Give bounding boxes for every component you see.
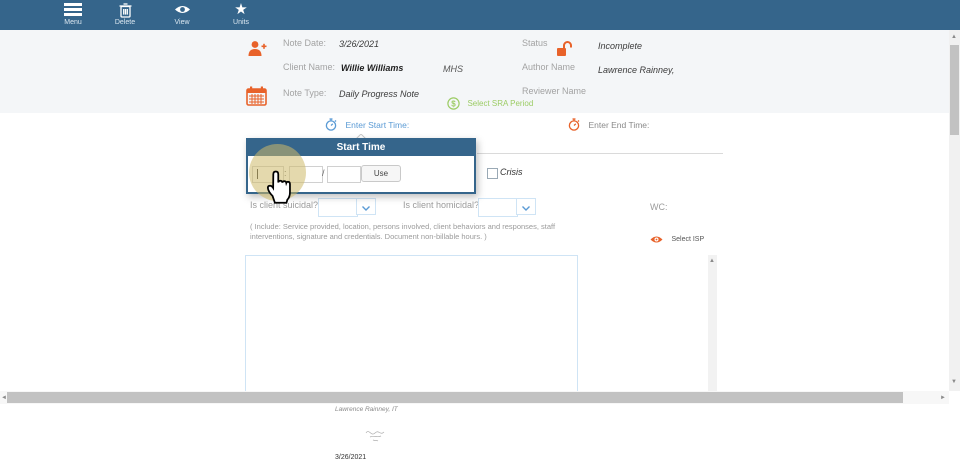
footer-date: 3/26/2021 <box>335 454 366 461</box>
note-date-value[interactable]: 3/26/2021 <box>339 39 379 49</box>
stopwatch-orange-icon <box>568 118 580 131</box>
unlock-icon <box>556 40 572 62</box>
enter-end-time-label: Enter End Time: <box>588 120 649 130</box>
select-isp-label: Select ISP <box>671 236 704 243</box>
suicidal-label: Is client suicidal? <box>250 200 318 210</box>
crisis-checkbox[interactable] <box>487 168 498 179</box>
star-icon: ★ <box>215 3 267 18</box>
text-caret <box>257 169 258 179</box>
toolbar-item-label: View <box>156 19 208 26</box>
select-sra-period[interactable]: $ Select SRA Period <box>447 95 533 108</box>
toolbar-item-label: Units <box>215 19 267 26</box>
homicidal-select-value[interactable] <box>478 198 518 217</box>
enter-end-time[interactable]: Enter End Time: <box>568 116 649 129</box>
chevron-down-icon <box>362 206 370 211</box>
signature-scribble <box>360 425 398 452</box>
author-name-value: Lawrence Rainney, <box>598 65 674 75</box>
toolbar-item-label: Menu <box>47 19 99 26</box>
app-window: Menu Delete View ★ Units Note Date: 3/26… <box>0 0 960 469</box>
toolbar-item-units[interactable]: ★ Units <box>215 3 267 29</box>
horizontal-scrollbar-thumb[interactable] <box>7 392 903 403</box>
footer-author-line: Lawrence Rainney, IT <box>335 406 398 413</box>
note-date-label: Note Date: <box>283 38 326 48</box>
start-minute-input[interactable] <box>289 166 323 183</box>
vertical-scrollbar-thumb[interactable] <box>950 45 959 135</box>
add-person-icon[interactable] <box>248 40 267 63</box>
start-ampm-input[interactable] <box>327 166 361 183</box>
select-sra-label: Select SRA Period <box>467 99 533 108</box>
row-divider <box>477 153 723 154</box>
top-toolbar: Menu Delete View ★ Units <box>0 0 960 30</box>
popup-title: Start Time <box>248 140 474 156</box>
eye-orange-icon <box>650 235 663 244</box>
form-scrollbar-track[interactable] <box>708 255 717 391</box>
scroll-up-icon[interactable]: ▲ <box>709 257 715 265</box>
toolbar-item-menu[interactable]: Menu <box>47 3 99 29</box>
calendar-icon[interactable] <box>246 86 267 111</box>
scroll-down-icon[interactable]: ▼ <box>951 378 957 386</box>
hamburger-menu-icon <box>47 3 99 18</box>
trash-icon <box>99 3 151 18</box>
time-colon-separator: : <box>284 168 287 178</box>
eye-icon <box>156 3 208 18</box>
toolbar-item-label: Delete <box>99 19 151 26</box>
status-value: Incomplete <box>598 41 642 51</box>
client-name-value[interactable]: Willie Williams <box>341 63 403 73</box>
dollar-circle-icon: $ <box>447 97 460 110</box>
crisis-label: Crisis <box>500 167 523 177</box>
scroll-up-icon[interactable]: ▲ <box>951 33 957 41</box>
time-slash-separator: / <box>322 168 325 178</box>
chevron-down-icon <box>522 206 530 211</box>
program-value: MHS <box>443 64 463 74</box>
status-label: Status <box>522 38 548 48</box>
client-name-label: Client Name: <box>283 62 335 72</box>
note-type-value[interactable]: Daily Progress Note <box>339 89 419 99</box>
toolbar-item-delete[interactable]: Delete <box>99 3 151 29</box>
wc-label: WC: <box>650 202 668 212</box>
scroll-right-icon[interactable]: ► <box>940 394 946 402</box>
note-instructions: ( Include: Service provided, location, p… <box>250 222 562 241</box>
suicidal-select-value[interactable] <box>318 198 358 217</box>
note-type-label: Note Type: <box>283 88 326 98</box>
homicidal-label: Is client homicidal? <box>403 200 479 210</box>
enter-start-time[interactable]: Enter Start Time: <box>325 116 409 129</box>
enter-start-time-label: Enter Start Time: <box>345 120 409 130</box>
stopwatch-blue-icon <box>325 118 337 131</box>
toolbar-item-view[interactable]: View <box>156 3 208 29</box>
svg-text:$: $ <box>451 100 456 109</box>
progress-note-textarea[interactable] <box>245 255 578 398</box>
homicidal-dropdown-button[interactable] <box>516 198 536 215</box>
suicidal-dropdown-button[interactable] <box>356 198 376 215</box>
author-name-label: Author Name <box>522 62 575 72</box>
start-time-popup: Start Time : / Use <box>246 138 476 194</box>
use-button[interactable]: Use <box>361 165 401 182</box>
select-isp[interactable]: Select ISP <box>650 231 704 243</box>
